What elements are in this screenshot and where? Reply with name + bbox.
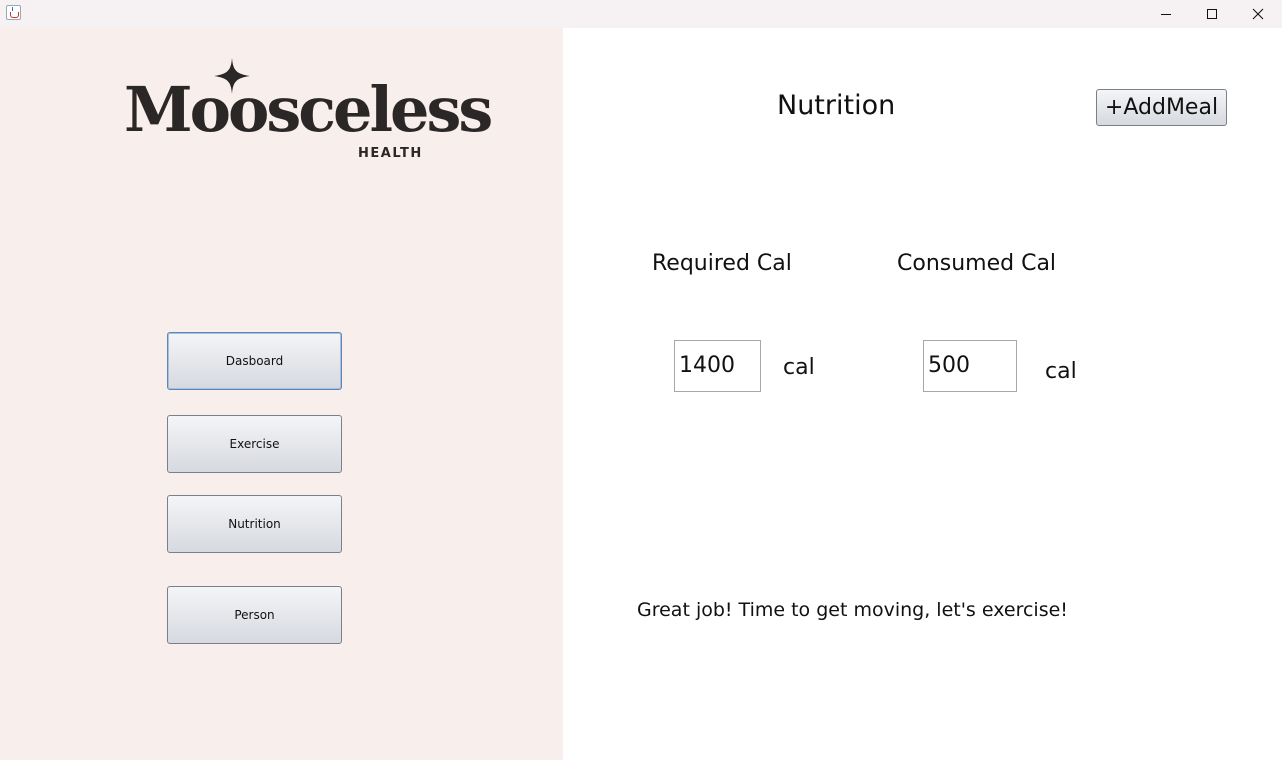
add-meal-label: +AddMeal [1104,95,1219,120]
close-button[interactable] [1235,0,1281,28]
person-button-label: Person [234,608,275,622]
consumed-cal-label: Consumed Cal [897,251,1057,276]
consumed-cal-field[interactable]: 500 [923,340,1017,392]
minimize-button[interactable] [1143,0,1189,28]
page-title: Nutrition [777,90,896,121]
required-cal-label: Required Cal [652,251,792,276]
logo-wordmark: Moosceless [124,73,493,146]
minimize-icon [1161,14,1171,15]
consumed-cal-unit: cal [1045,359,1077,384]
dashboard-button[interactable]: Dasboard [167,332,342,390]
required-cal-unit: cal [783,355,815,380]
dashboard-button-label: Dasboard [225,354,284,368]
nutrition-button[interactable]: Nutrition [167,495,342,553]
close-icon [1252,8,1264,20]
maximize-button[interactable] [1189,0,1235,28]
exercise-button[interactable]: Exercise [167,415,342,473]
exercise-button-label: Exercise [229,437,280,451]
java-app-icon [6,5,21,20]
content-panel [563,28,1282,760]
status-message: Great job! Time to get moving, let's exe… [637,599,1068,621]
maximize-icon [1207,9,1217,19]
required-cal-field[interactable]: 1400 [674,340,761,392]
logo-subtitle: HEALTH [358,146,423,161]
person-button[interactable]: Person [167,586,342,644]
title-bar [0,0,1282,28]
add-meal-button[interactable]: +AddMeal [1096,89,1227,126]
nutrition-button-label: Nutrition [228,517,281,531]
moosceless-logo: Moosceless HEALTH [120,58,493,168]
